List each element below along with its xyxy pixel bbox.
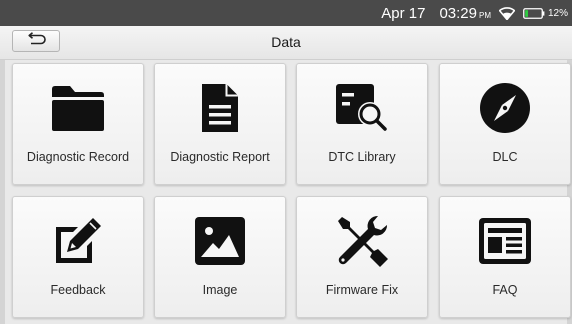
function-grid: Diagnostic Record Diagnostic Report DTC … [0,60,572,324]
back-button[interactable] [12,30,60,52]
news-icon [440,211,570,271]
tile-label: Diagnostic Record [26,150,130,164]
tile-label: Diagnostic Report [170,150,270,164]
tile-label: DTC Library [328,150,396,164]
tile-firmware-fix[interactable]: Firmware Fix [296,196,428,318]
tile-label: Feedback [50,283,106,297]
status-bar: Apr 17 03:29 PM 12% [0,0,572,26]
battery-icon [523,7,545,19]
document-icon [155,78,285,138]
tile-diagnostic-record[interactable]: Diagnostic Record [12,63,144,185]
status-time: 03:29 [439,4,477,22]
tile-faq[interactable]: FAQ [439,196,571,318]
search-list-icon [297,78,427,138]
tile-label: Image [202,283,238,297]
wifi-icon [498,6,515,20]
tile-label: DLC [492,150,518,164]
tools-icon [297,211,427,271]
tile-label: Firmware Fix [325,283,399,297]
battery-percent: 12% [547,7,568,19]
image-icon [155,211,285,271]
page-title: Data [271,34,301,50]
tile-label: FAQ [492,283,518,297]
title-bar: Data [0,26,572,60]
tile-image[interactable]: Image [154,196,286,318]
tile-dtc-library[interactable]: DTC Library [296,63,428,185]
compass-icon [440,78,570,138]
tile-feedback[interactable]: Feedback [12,196,144,318]
folder-icon [13,78,143,138]
tile-dlc[interactable]: DLC [439,63,571,185]
return-arrow-icon [25,31,47,51]
tile-diagnostic-report[interactable]: Diagnostic Report [154,63,286,185]
status-date: Apr 17 [381,4,426,22]
status-ampm: PM [478,10,491,20]
pencil-edit-icon [13,211,143,271]
